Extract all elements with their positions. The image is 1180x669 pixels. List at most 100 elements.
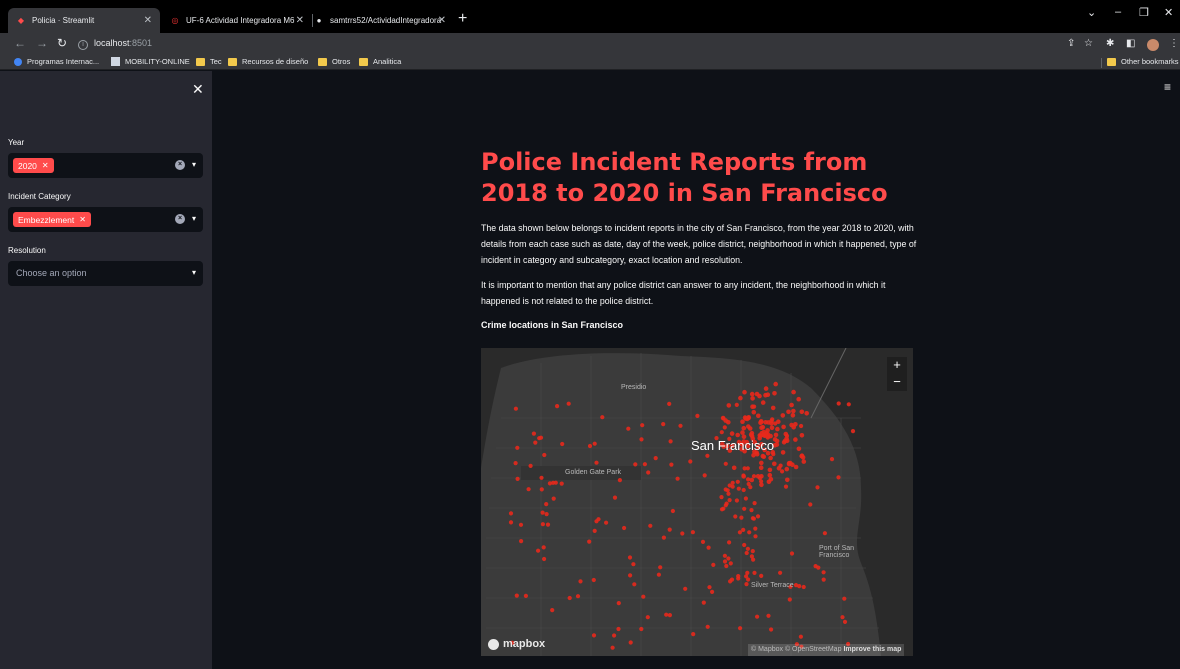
- clear-icon[interactable]: ×: [175, 160, 185, 170]
- year-multiselect[interactable]: 2020 ✕ × ▾: [8, 153, 203, 178]
- restore-icon[interactable]: ❐: [1139, 6, 1149, 19]
- new-tab-button[interactable]: +: [458, 10, 467, 28]
- tab-github[interactable]: ● samtrrs52/ActividadIntegradora ✕: [306, 8, 454, 33]
- site-info-icon[interactable]: i: [78, 40, 88, 50]
- crime-point: [775, 426, 780, 432]
- crime-point: [641, 594, 646, 599]
- crime-point: [758, 419, 764, 424]
- crime-point: [627, 555, 633, 560]
- crime-point: [727, 540, 732, 545]
- crime-point: [730, 484, 735, 489]
- remove-tag-icon[interactable]: ✕: [42, 161, 49, 170]
- crime-point: [746, 477, 751, 482]
- crime-point: [628, 640, 633, 645]
- chevron-down-icon[interactable]: ▾: [192, 268, 196, 277]
- bookmark-mobility[interactable]: MOBILITY-ONLINE: [111, 57, 190, 66]
- crime-point: [526, 487, 531, 492]
- minimize-icon[interactable]: –: [1115, 6, 1121, 18]
- mapbox-logo[interactable]: mapbox: [488, 638, 545, 650]
- map-canvas[interactable]: [481, 348, 913, 656]
- crime-point: [667, 401, 672, 406]
- crime-point: [785, 477, 790, 483]
- zoom-out-button[interactable]: −: [887, 374, 907, 391]
- crime-point: [793, 437, 798, 442]
- crime-point: [706, 545, 711, 550]
- crime-point: [741, 527, 746, 532]
- crime-point: [726, 491, 731, 496]
- close-tab-icon[interactable]: ✕: [296, 15, 304, 26]
- crime-point: [550, 608, 555, 613]
- crime-point: [815, 485, 820, 490]
- crime-point: [626, 426, 631, 431]
- crime-point: [544, 512, 549, 517]
- chevron-down-icon[interactable]: ▾: [192, 214, 196, 223]
- tab-canvas[interactable]: ◎ UF-6 Actividad Integradora M6 ✕: [162, 8, 312, 33]
- bookmark-tec[interactable]: Tec: [196, 57, 222, 66]
- crime-point: [743, 496, 748, 501]
- bookmark-analitica[interactable]: Analitica: [359, 57, 401, 66]
- crime-point: [813, 564, 818, 569]
- folder-icon: [196, 57, 205, 66]
- crime-point: [545, 522, 551, 527]
- close-tab-icon[interactable]: ✕: [438, 15, 446, 26]
- map-label-silver-terrace: Silver Terrace: [751, 582, 794, 589]
- crime-point: [656, 572, 661, 577]
- crime-point: [547, 481, 552, 486]
- chrome-menu-icon[interactable]: ⋮: [1169, 38, 1179, 49]
- crime-point: [639, 626, 644, 632]
- bookmark-star-icon[interactable]: ☆: [1084, 38, 1093, 49]
- crime-point: [683, 586, 688, 591]
- crime-point: [808, 502, 813, 507]
- profile-avatar[interactable]: [1147, 39, 1159, 51]
- hamburger-menu-icon[interactable]: ≡: [1164, 80, 1171, 94]
- side-panel-icon[interactable]: ◧: [1126, 38, 1135, 49]
- crime-point: [536, 548, 541, 553]
- incident-category-multiselect[interactable]: Embezzlement ✕ × ▾: [8, 207, 203, 232]
- bookmarks-divider: [1101, 58, 1102, 68]
- crime-point: [648, 523, 653, 528]
- crime-point: [604, 520, 609, 525]
- chevron-down-icon[interactable]: ▾: [192, 160, 196, 169]
- crime-point: [765, 428, 770, 433]
- zoom-in-button[interactable]: +: [887, 357, 907, 374]
- share-icon[interactable]: ⇪: [1067, 38, 1075, 49]
- bookmark-recursos[interactable]: Recursos de diseño: [228, 57, 308, 66]
- reload-icon[interactable]: ↻: [57, 36, 67, 50]
- close-window-icon[interactable]: ✕: [1164, 6, 1173, 19]
- crime-map[interactable]: Presidio San Francisco Golden Gate Park …: [481, 348, 913, 656]
- crime-point: [707, 585, 712, 590]
- crime-point: [726, 403, 732, 408]
- bookmark-other[interactable]: Other bookmarks: [1107, 57, 1179, 66]
- clear-icon[interactable]: ×: [175, 214, 185, 224]
- crime-point: [600, 415, 605, 420]
- extensions-icon[interactable]: ✱: [1106, 38, 1114, 49]
- back-icon[interactable]: ←: [14, 36, 26, 50]
- crime-point: [646, 470, 651, 475]
- close-tab-icon[interactable]: ✕: [144, 15, 152, 26]
- canvas-icon: ◎: [171, 16, 179, 25]
- crime-point: [760, 400, 766, 405]
- crime-point: [592, 441, 597, 446]
- crime-point: [751, 409, 757, 415]
- crime-point: [518, 522, 524, 527]
- crime-point: [700, 539, 706, 544]
- bookmark-programas[interactable]: Programas Internac...: [14, 57, 99, 66]
- crime-point: [551, 496, 556, 501]
- crime-point: [719, 430, 724, 435]
- tab-streamlit[interactable]: ◆ Policia · Streamlit ✕: [8, 8, 160, 33]
- bookmark-label: Other bookmarks: [1121, 57, 1179, 66]
- crime-point: [804, 411, 809, 416]
- bookmark-otros[interactable]: Otros: [318, 57, 350, 66]
- remove-tag-icon[interactable]: ✕: [79, 215, 86, 224]
- crime-point: [515, 476, 520, 481]
- crime-point: [645, 615, 650, 620]
- resolution-multiselect[interactable]: Choose an option ▾: [8, 261, 203, 286]
- crime-point: [799, 409, 805, 415]
- forward-icon[interactable]: →: [36, 36, 48, 50]
- close-sidebar-icon[interactable]: ✕: [192, 81, 204, 98]
- crime-point: [653, 456, 658, 461]
- attribution-text[interactable]: © Mapbox © OpenStreetMap: [751, 646, 841, 653]
- tab-search-icon[interactable]: ⌄: [1087, 6, 1096, 19]
- address-bar[interactable]: i localhost:8501: [78, 38, 152, 50]
- improve-map-link[interactable]: Improve this map: [843, 646, 901, 653]
